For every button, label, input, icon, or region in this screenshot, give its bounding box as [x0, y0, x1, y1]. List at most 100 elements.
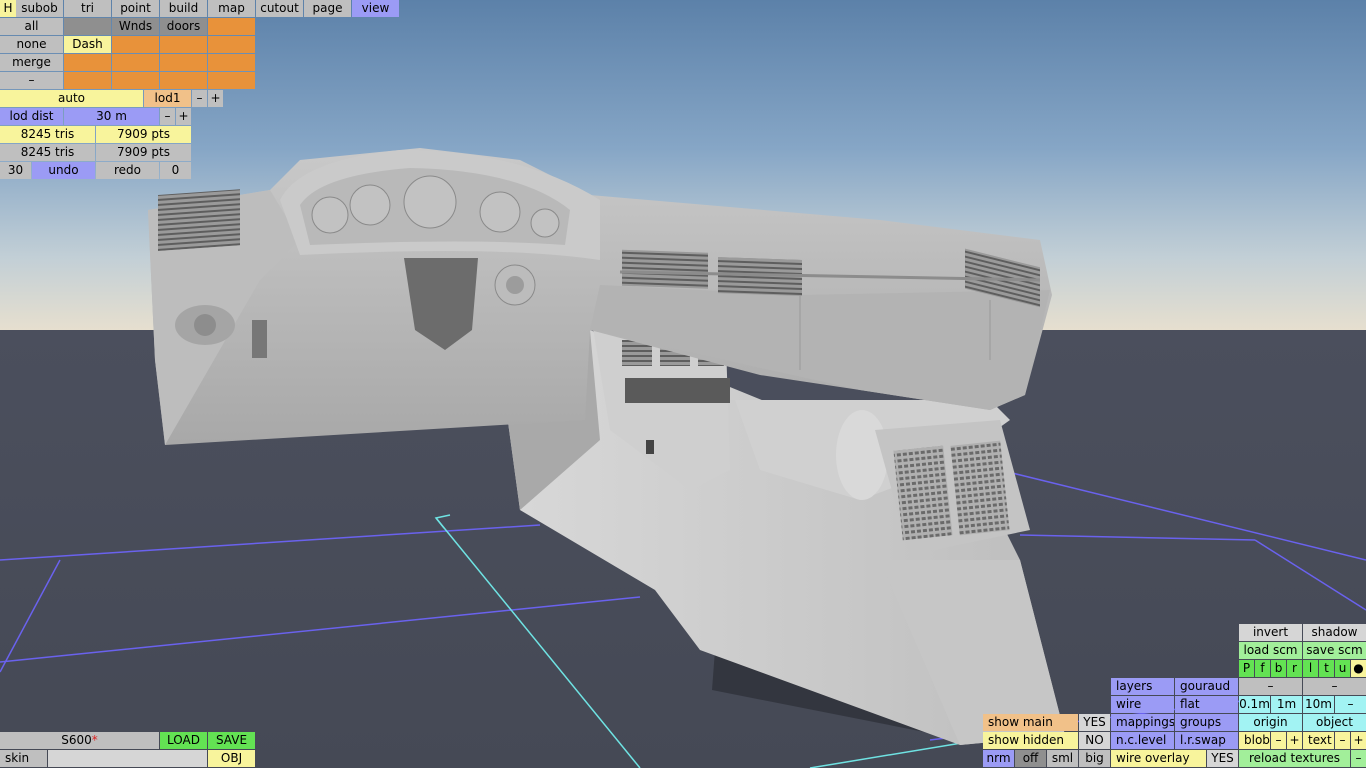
axis-arrow	[434, 514, 451, 529]
obj-export-button[interactable]: OBJ	[208, 750, 255, 767]
tab-cutout[interactable]: cutout	[256, 0, 303, 17]
step-0-1m-button[interactable]: 0.1m	[1239, 696, 1270, 713]
tab-page[interactable]: page	[304, 0, 351, 17]
lod-mode-button[interactable]: auto	[0, 90, 143, 107]
subob-slot[interactable]	[208, 18, 255, 35]
normals-nrm-button[interactable]: nrm	[983, 750, 1014, 767]
subob-doors[interactable]: doors	[160, 18, 207, 35]
pts-count: 7909 pts	[96, 126, 191, 143]
tab-view[interactable]: view	[352, 0, 399, 17]
skin-input[interactable]	[48, 750, 207, 767]
view-flag-p[interactable]: P	[1239, 660, 1254, 677]
object-button[interactable]: object	[1303, 714, 1366, 731]
lr-swap-button[interactable]: l.r.swap	[1175, 732, 1238, 749]
subob-dash[interactable]: Dash	[64, 36, 111, 53]
decrease-button-b[interactable]: –	[1303, 678, 1366, 695]
text-plus-button[interactable]: +	[1351, 732, 1366, 749]
select-all-button[interactable]: all	[0, 18, 63, 35]
lod-dist-plus-button[interactable]: +	[176, 108, 191, 125]
view-flag-dot[interactable]: ●	[1351, 660, 1366, 677]
select-none-button[interactable]: none	[0, 36, 63, 53]
text-label: text	[1303, 732, 1334, 749]
show-hidden-label[interactable]: show hidden	[983, 732, 1078, 749]
tab-subob[interactable]: subob	[16, 0, 63, 17]
text-minus-button[interactable]: –	[1335, 732, 1350, 749]
h-button[interactable]: H	[0, 0, 16, 17]
lod-plus-button[interactable]: +	[208, 90, 223, 107]
view-flag-l[interactable]: l	[1303, 660, 1318, 677]
view-flag-f[interactable]: f	[1255, 660, 1270, 677]
reload-minus-button[interactable]: –	[1351, 750, 1366, 767]
view-flag-b[interactable]: b	[1271, 660, 1286, 677]
redo-button[interactable]: redo	[96, 162, 159, 179]
load-button[interactable]: LOAD	[160, 732, 207, 749]
subob-slot[interactable]	[160, 72, 207, 89]
undo-count: 30	[0, 162, 31, 179]
normals-sml-button[interactable]: sml	[1047, 750, 1078, 767]
pts-count-total: 7909 pts	[96, 144, 191, 161]
flat-button[interactable]: flat	[1175, 696, 1238, 713]
tab-map[interactable]: map	[208, 0, 255, 17]
tab-build[interactable]: build	[160, 0, 207, 17]
lod-minus-button[interactable]: –	[192, 90, 207, 107]
subob-slot[interactable]	[208, 36, 255, 53]
blob-plus-button[interactable]: +	[1287, 732, 1302, 749]
subob-slot[interactable]	[64, 72, 111, 89]
wire-button[interactable]: wire	[1111, 696, 1174, 713]
step-10m-button[interactable]: 10m	[1303, 696, 1334, 713]
normals-big-button[interactable]: big	[1079, 750, 1110, 767]
subob-slot[interactable]	[208, 54, 255, 71]
load-scm-button[interactable]: load scm	[1239, 642, 1302, 659]
remove-button[interactable]: –	[0, 72, 63, 89]
mappings-button[interactable]: mappings	[1111, 714, 1174, 731]
subob-slot[interactable]	[112, 72, 159, 89]
lod-dist-label: lod dist	[0, 108, 63, 125]
origin-button[interactable]: origin	[1239, 714, 1302, 731]
blob-minus-button[interactable]: –	[1271, 732, 1286, 749]
blob-label: blob	[1239, 732, 1270, 749]
model-name: S600	[61, 733, 92, 747]
lod-level-button[interactable]: lod1	[144, 90, 191, 107]
reload-textures-button[interactable]: reload textures	[1239, 750, 1350, 767]
layers-button[interactable]: layers	[1111, 678, 1174, 695]
tab-tri[interactable]: tri	[64, 0, 111, 17]
show-main-label[interactable]: show main	[983, 714, 1078, 731]
tab-point[interactable]: point	[112, 0, 159, 17]
subob-slot[interactable]	[160, 54, 207, 71]
3d-viewport[interactable]	[0, 0, 1366, 768]
subob-slot[interactable]	[112, 36, 159, 53]
subob-slot[interactable]	[112, 54, 159, 71]
lod-dist-value: 30 m	[64, 108, 159, 125]
decrease-button-a[interactable]: –	[1239, 678, 1302, 695]
view-flag-t[interactable]: t	[1319, 660, 1334, 677]
subob-slot[interactable]	[160, 36, 207, 53]
show-hidden-value[interactable]: NO	[1079, 732, 1110, 749]
model-name-field[interactable]: S600*	[0, 732, 159, 749]
wire-overlay-label[interactable]: wire overlay	[1111, 750, 1206, 767]
invert-button[interactable]: invert	[1239, 624, 1302, 641]
normals-off-button[interactable]: off	[1015, 750, 1046, 767]
skin-label: skin	[0, 750, 47, 767]
tris-count: 8245 tris	[0, 126, 95, 143]
subob-slot[interactable]	[64, 54, 111, 71]
nc-level-button[interactable]: n.c.level	[1111, 732, 1174, 749]
subob-slot-empty[interactable]	[64, 18, 111, 35]
step-1m-button[interactable]: 1m	[1271, 696, 1302, 713]
redo-count: 0	[160, 162, 191, 179]
subob-slot[interactable]	[208, 72, 255, 89]
groups-button[interactable]: groups	[1175, 714, 1238, 731]
save-button[interactable]: SAVE	[208, 732, 255, 749]
show-main-value[interactable]: YES	[1079, 714, 1110, 731]
view-flag-u[interactable]: u	[1335, 660, 1350, 677]
save-scm-button[interactable]: save scm	[1303, 642, 1366, 659]
gouraud-button[interactable]: gouraud	[1175, 678, 1238, 695]
merge-button[interactable]: merge	[0, 54, 63, 71]
lod-dist-minus-button[interactable]: –	[160, 108, 175, 125]
step-minus-button[interactable]: –	[1335, 696, 1366, 713]
subob-wnds[interactable]: Wnds	[112, 18, 159, 35]
modified-marker: *	[91, 733, 98, 747]
shadow-button[interactable]: shadow	[1303, 624, 1366, 641]
wire-overlay-value[interactable]: YES	[1207, 750, 1238, 767]
view-flag-r[interactable]: r	[1287, 660, 1302, 677]
undo-button[interactable]: undo	[32, 162, 95, 179]
